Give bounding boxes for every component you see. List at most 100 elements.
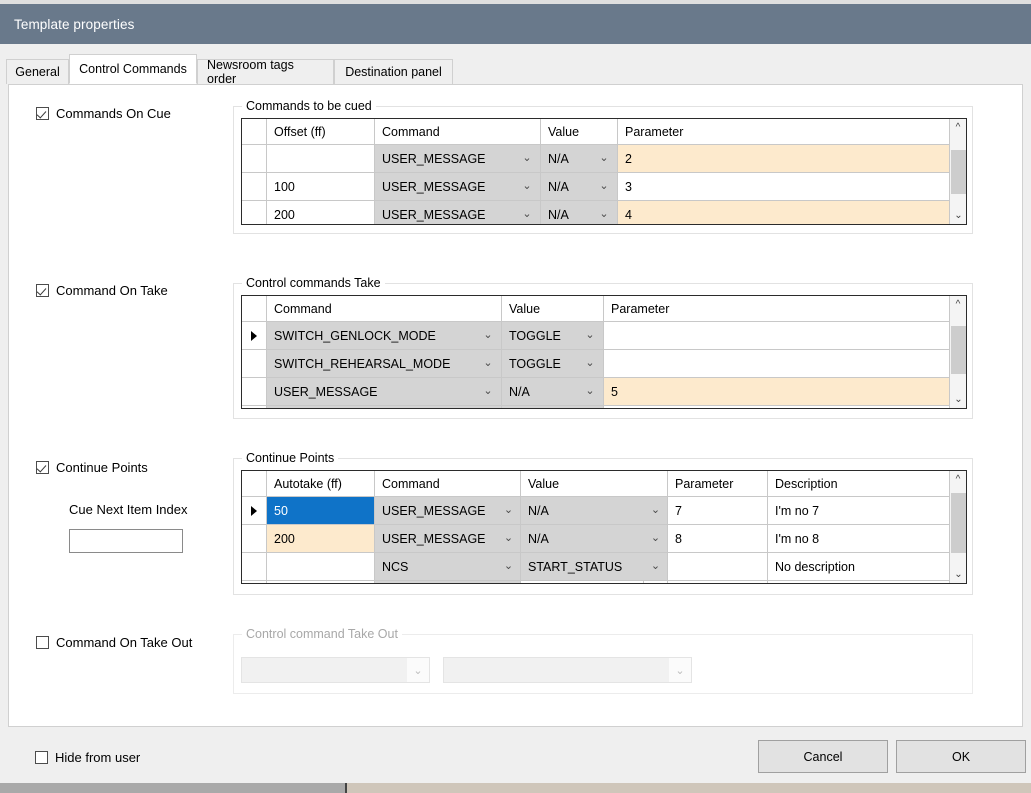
control-commands-take-grid[interactable]: Command Value Parameter SWITCH_GENLOCK_M… — [241, 295, 967, 409]
cell-value[interactable]: TOGGLE — [502, 322, 577, 349]
header-command[interactable]: Command — [375, 119, 514, 144]
table-row-partial[interactable] — [242, 406, 950, 409]
table-row-partial[interactable] — [242, 581, 950, 584]
chevron-down-icon[interactable]: ⌄ — [514, 201, 541, 225]
cell-command[interactable]: USER_MESSAGE — [375, 173, 514, 200]
cell-command[interactable]: NCS — [375, 553, 497, 580]
cell-value[interactable] — [502, 406, 577, 409]
cell-value[interactable]: N/A — [541, 201, 591, 225]
cell-parameter[interactable]: 2 — [618, 145, 950, 172]
cell-value[interactable]: N/A — [521, 525, 644, 552]
cell-command[interactable]: SWITCH_GENLOCK_MODE — [267, 322, 475, 349]
cell-parameter[interactable] — [668, 553, 768, 580]
chevron-down-icon[interactable]: ⌄ — [644, 553, 668, 580]
row-indicator[interactable] — [242, 173, 267, 200]
grid-vertical-scrollbar[interactable]: ^ ⌄ — [949, 471, 966, 583]
cell-autotake[interactable] — [267, 581, 375, 584]
scrollbar-thumb[interactable] — [951, 326, 966, 374]
header-offset[interactable]: Offset (ff) — [267, 119, 375, 144]
chevron-down-icon[interactable] — [497, 581, 521, 584]
row-indicator[interactable] — [242, 350, 267, 377]
command-on-take-out-checkbox[interactable] — [36, 636, 49, 649]
scrollbar-thumb[interactable] — [951, 493, 966, 553]
scroll-up-icon[interactable]: ^ — [950, 296, 966, 313]
table-row[interactable]: 50 USER_MESSAGE ⌄ N/A ⌄ 7 I'm no 7 — [242, 497, 950, 525]
cell-parameter[interactable] — [668, 581, 768, 584]
chevron-down-icon[interactable] — [577, 406, 604, 409]
cell-value[interactable] — [521, 581, 644, 584]
scroll-down-icon[interactable]: ⌄ — [951, 391, 966, 408]
chevron-down-icon[interactable]: ⌄ — [591, 173, 618, 200]
grid-vertical-scrollbar[interactable]: ^ ⌄ — [949, 119, 966, 224]
take-out-value-dropdown[interactable]: ⌄ — [443, 657, 692, 683]
cell-value[interactable]: N/A — [502, 378, 577, 405]
chevron-down-icon[interactable]: ⌄ — [577, 350, 604, 377]
row-indicator[interactable] — [242, 322, 267, 349]
command-on-take-checkbox[interactable] — [36, 284, 49, 297]
chevron-down-icon[interactable]: ⌄ — [475, 350, 502, 377]
header-description[interactable]: Description — [768, 471, 950, 496]
chevron-down-icon[interactable]: ⌄ — [497, 525, 521, 552]
cell-description[interactable]: I'm no 7 — [768, 497, 950, 524]
table-row[interactable]: 100 USER_MESSAGE ⌄ N/A ⌄ 3 — [242, 173, 950, 201]
header-value[interactable]: Value — [541, 119, 591, 144]
chevron-down-icon[interactable]: ⌄ — [644, 525, 668, 552]
chevron-down-icon[interactable]: ⌄ — [497, 497, 521, 524]
row-indicator[interactable] — [242, 406, 267, 409]
cell-description[interactable]: No description — [768, 553, 950, 580]
cell-command[interactable]: USER_MESSAGE — [375, 525, 497, 552]
ok-button[interactable]: OK — [896, 740, 1026, 773]
cue-next-item-index-input[interactable] — [69, 529, 183, 553]
header-parameter[interactable]: Parameter — [618, 119, 950, 144]
scrollbar-thumb[interactable] — [951, 150, 966, 194]
commands-on-cue-checkbox-row[interactable]: Commands On Cue — [36, 106, 171, 121]
tab-general[interactable]: General — [6, 59, 69, 84]
cell-parameter[interactable]: 8 — [668, 525, 768, 552]
chevron-down-icon[interactable]: ⌄ — [475, 378, 502, 405]
chevron-down-icon[interactable]: ⌄ — [644, 497, 668, 524]
cell-description[interactable]: I'm no 8 — [768, 525, 950, 552]
scroll-up-icon[interactable]: ^ — [950, 119, 966, 136]
continue-points-checkbox[interactable] — [36, 461, 49, 474]
cell-value[interactable]: TOGGLE — [502, 350, 577, 377]
cell-autotake[interactable]: 200 — [267, 525, 375, 552]
table-row[interactable]: SWITCH_REHEARSAL_MODE ⌄ TOGGLE ⌄ — [242, 350, 950, 378]
row-indicator[interactable] — [242, 145, 267, 172]
continue-points-grid[interactable]: Autotake (ff) Command Value Parameter De… — [241, 470, 967, 584]
header-value[interactable]: Value — [502, 296, 577, 321]
cell-offset[interactable]: 200 — [267, 201, 375, 225]
cell-autotake[interactable] — [267, 553, 375, 580]
chevron-down-icon[interactable]: ⌄ — [577, 378, 604, 405]
chevron-down-icon[interactable]: ⌄ — [669, 658, 691, 682]
command-on-take-checkbox-row[interactable]: Command On Take — [36, 283, 168, 298]
commands-on-cue-checkbox[interactable] — [36, 107, 49, 120]
table-row[interactable]: USER_MESSAGE ⌄ N/A ⌄ 2 — [242, 145, 950, 173]
table-row[interactable]: NCS ⌄ START_STATUS ⌄ No description — [242, 553, 950, 581]
cell-parameter[interactable] — [604, 350, 950, 377]
cell-command[interactable]: USER_MESSAGE — [375, 145, 514, 172]
row-indicator[interactable] — [242, 525, 267, 552]
cancel-button[interactable]: Cancel — [758, 740, 888, 773]
chevron-down-icon[interactable]: ⌄ — [577, 322, 604, 349]
cell-value[interactable]: START_STATUS — [521, 553, 644, 580]
row-indicator[interactable] — [242, 581, 267, 584]
cell-command[interactable]: USER_MESSAGE — [375, 497, 497, 524]
cell-offset[interactable] — [267, 145, 375, 172]
command-on-take-out-checkbox-row[interactable]: Command On Take Out — [36, 635, 192, 650]
scroll-down-icon[interactable]: ⌄ — [951, 207, 966, 224]
header-command[interactable]: Command — [375, 471, 497, 496]
cell-command[interactable]: SWITCH_REHEARSAL_MODE — [267, 350, 475, 377]
header-autotake[interactable]: Autotake (ff) — [267, 471, 375, 496]
row-indicator[interactable] — [242, 553, 267, 580]
header-command[interactable]: Command — [267, 296, 475, 321]
chevron-down-icon[interactable]: ⌄ — [475, 322, 502, 349]
grid-vertical-scrollbar[interactable]: ^ ⌄ — [949, 296, 966, 408]
cell-value[interactable]: N/A — [541, 145, 591, 172]
cell-parameter[interactable] — [604, 406, 950, 409]
tab-destination-panel[interactable]: Destination panel — [334, 59, 453, 84]
chevron-down-icon[interactable]: ⌄ — [514, 173, 541, 200]
chevron-down-icon[interactable] — [475, 406, 502, 409]
row-indicator[interactable] — [242, 497, 267, 524]
table-row[interactable]: USER_MESSAGE ⌄ N/A ⌄ 5 — [242, 378, 950, 406]
cell-command[interactable]: USER_MESSAGE — [267, 378, 475, 405]
